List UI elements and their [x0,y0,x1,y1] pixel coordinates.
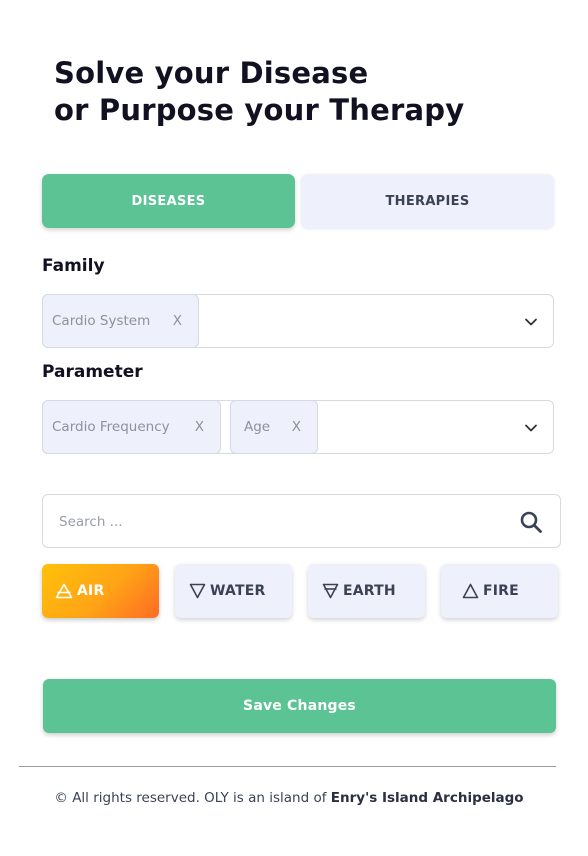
earth-label: EARTH [343,583,396,599]
chip-remove-button[interactable]: X [292,419,301,435]
footer-copyright: © All rights reserved. OLY is an island … [54,790,327,806]
air-label: AIR [77,583,105,599]
tab-diseases[interactable]: DISEASES [42,174,295,228]
page: Solve your Disease or Purpose your Thera… [0,0,588,856]
air-symbol-icon [55,583,73,599]
chevron-down-icon[interactable] [523,314,539,330]
fire-button[interactable]: FIRE [441,564,558,618]
search-icon[interactable] [519,510,543,534]
parameter-multiselect[interactable]: Cardio Frequency X Age X [42,400,554,454]
chevron-down-icon[interactable] [523,420,539,436]
chip-label: Age [244,419,271,435]
earth-symbol-icon [322,583,339,599]
family-chip-cardio-system: Cardio System X [42,294,199,348]
chip-label: Cardio System [52,313,151,329]
chip-label: Cardio Frequency [52,419,170,435]
mode-tabs: DISEASES THERAPIES [42,174,554,228]
page-title-line-1: Solve your Disease [54,56,369,90]
search-box [42,494,561,549]
fire-label: FIRE [483,583,519,599]
tab-therapies[interactable]: THERAPIES [301,174,554,228]
family-label: Family [42,256,105,276]
parameter-chip-age: Age X [230,400,318,454]
search-input[interactable] [57,495,501,549]
footer-brand-link[interactable]: Enry's Island Archipelago [331,790,524,806]
air-button[interactable]: AIR [42,564,159,618]
page-title-line-2: or Purpose your Therapy [54,93,465,127]
water-symbol-icon [189,583,206,599]
footer: © All rights reserved. OLY is an island … [0,790,578,806]
family-multiselect[interactable]: Cardio System X [42,294,554,348]
earth-button[interactable]: EARTH [308,564,425,618]
chip-remove-button[interactable]: X [195,419,204,435]
parameter-label: Parameter [42,362,143,382]
save-changes-button[interactable]: Save Changes [43,679,556,733]
page-title: Solve your Disease or Purpose your Thera… [54,55,554,129]
footer-divider [19,766,556,767]
water-button[interactable]: WATER [175,564,292,618]
fire-symbol-icon [462,583,479,599]
water-label: WATER [210,583,266,599]
chip-remove-button[interactable]: X [173,313,182,329]
parameter-chip-cardio-frequency: Cardio Frequency X [42,400,221,454]
element-filter-group: AIR WATER EARTH FIRE [42,564,559,618]
